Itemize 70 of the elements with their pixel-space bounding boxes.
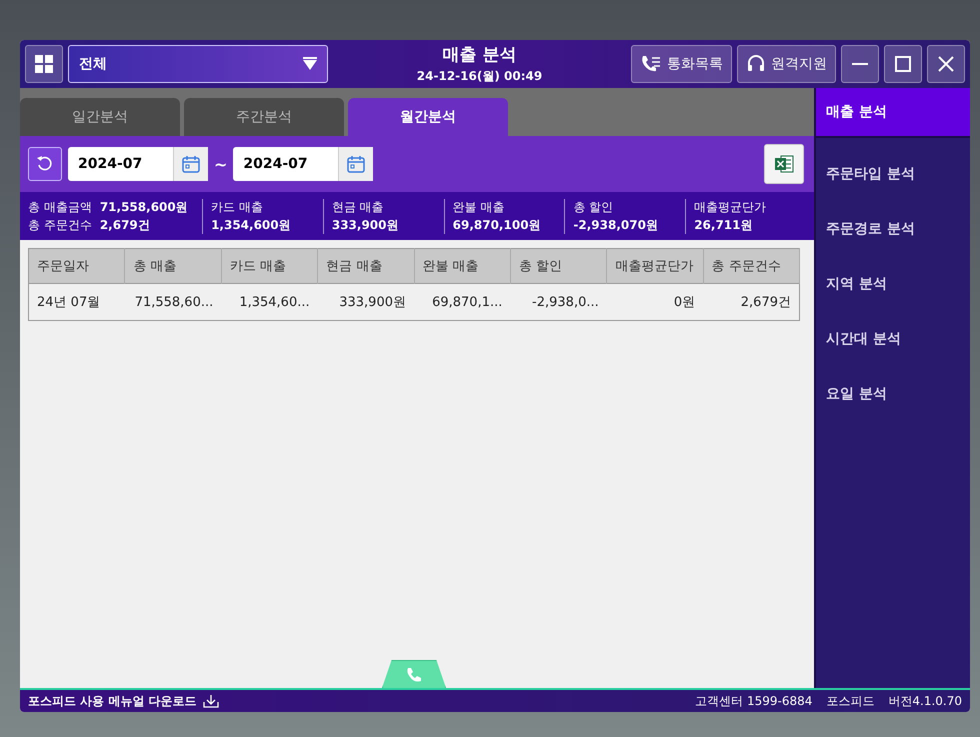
table-cell: 24년 07월 [28, 284, 125, 320]
calendar-icon [346, 154, 366, 174]
table-cell: 69,870,1... [414, 284, 510, 320]
close-icon [938, 56, 954, 72]
summary-label: 완불 매출 [452, 198, 504, 216]
dropdown-icon [303, 57, 317, 71]
tab[interactable]: 주간분석 [184, 98, 344, 136]
spreadsheet-icon [773, 153, 795, 175]
table-cell: 71,558,60... [124, 284, 222, 320]
call-list-button[interactable]: 통화목록 [631, 45, 732, 83]
refresh-icon [36, 155, 54, 173]
column-header: 총 매출 [124, 248, 222, 284]
summary-label: 총 할인 [573, 198, 614, 216]
minimize-button[interactable] [841, 45, 879, 83]
menu-button[interactable] [25, 45, 63, 83]
tab[interactable]: 월간분석 [348, 98, 508, 136]
column-header: 매출평균단가 [606, 248, 704, 284]
phone-icon [406, 666, 422, 682]
sidebar-item[interactable]: 매출 분석 [816, 88, 970, 138]
brand-text: 포스피드 [826, 692, 874, 710]
summary-label: 현금 매출 [332, 198, 384, 216]
sidebar-item[interactable]: 주문경로 분석 [816, 201, 970, 256]
excel-export-button[interactable] [764, 144, 804, 184]
sidebar-item[interactable]: 주문타입 분석 [816, 146, 970, 201]
datetime-text: 24-12-16(월) 00:49 [416, 68, 544, 85]
table-cell: -2,938,0... [510, 284, 607, 320]
manual-download-link[interactable]: 포스피드 사용 메뉴얼 다운로드 [28, 692, 197, 710]
table-cell: 1,354,60... [221, 284, 318, 320]
summary-label: 매출평균단가 [694, 198, 766, 216]
summary-label: 카드 매출 [211, 198, 263, 216]
column-header: 주문일자 [28, 248, 125, 284]
table-cell: 2,679건 [703, 284, 800, 320]
refresh-button[interactable] [28, 147, 62, 181]
summary-value: -2,938,070원 [573, 216, 658, 234]
phone-list-icon [640, 54, 662, 74]
date-field[interactable]: 2024-07 [68, 147, 208, 181]
maximize-button[interactable] [884, 45, 922, 83]
summary-label: 총 매출금액 [28, 198, 92, 216]
summary-value: 71,558,600원 [100, 198, 188, 216]
tab[interactable]: 일간분석 [20, 98, 180, 136]
support-phone-text: 고객센터 1599-6884 [695, 692, 812, 710]
maximize-icon [895, 56, 911, 72]
version-text: 버전4.1.0.70 [888, 692, 962, 710]
store-dropdown[interactable]: 전체 [68, 45, 328, 83]
summary-value: 1,354,600원 [211, 216, 291, 234]
sidebar-item[interactable]: 시간대 분석 [816, 311, 970, 366]
summary-value: 2,679건 [100, 216, 150, 234]
sidebar-item[interactable]: 지역 분석 [816, 256, 970, 311]
column-header: 완불 매출 [414, 248, 510, 284]
remote-support-button[interactable]: 원격지원 [737, 45, 836, 83]
summary-value: 26,711원 [694, 216, 752, 234]
summary-value: 69,870,100원 [452, 216, 541, 234]
headset-icon [746, 54, 766, 74]
column-header: 총 할인 [510, 248, 607, 284]
range-separator: ~ [214, 154, 228, 174]
window-title: 매출 분석 [442, 44, 518, 66]
calendar-icon [181, 154, 201, 174]
grid-icon [34, 54, 54, 74]
table-cell: 333,900원 [318, 284, 414, 320]
table-cell: 0원 [606, 284, 704, 320]
date-field[interactable]: 2024-07 [233, 147, 374, 181]
column-header: 현금 매출 [318, 248, 414, 284]
summary-label: 총 주문건수 [28, 216, 92, 234]
sidebar-item[interactable]: 요일 분석 [816, 366, 970, 421]
close-button[interactable] [927, 45, 965, 83]
column-header: 카드 매출 [221, 248, 318, 284]
minimize-icon [852, 63, 868, 65]
summary-value: 333,900원 [332, 216, 398, 234]
download-icon [202, 694, 219, 708]
column-header: 총 주문건수 [703, 248, 800, 284]
